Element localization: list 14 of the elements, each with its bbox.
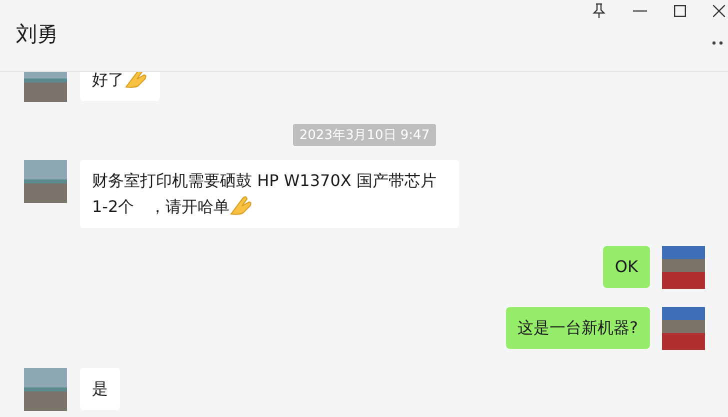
minimize-icon[interactable] (633, 10, 647, 12)
pin-icon[interactable] (592, 3, 606, 19)
message-bubble: 这是一台新机器? (506, 307, 650, 349)
chat-title: 刘勇 (16, 21, 58, 48)
maximize-icon[interactable] (674, 5, 686, 17)
close-icon[interactable] (713, 5, 725, 17)
folded-hands-icon (229, 194, 254, 216)
message-bubble: 财务室打印机需要硒鼓 HP W1370X 国产带芯片 1-2个 ，请开哈单 (80, 160, 459, 228)
message-bubble: 是 (80, 368, 120, 410)
folded-hands-icon (124, 72, 148, 89)
more-icon[interactable] (712, 41, 724, 45)
timestamp: 2023年3月10日 9:47 (293, 124, 436, 146)
message-bubble: 好了 (80, 72, 160, 101)
message-bubble: OK (602, 246, 650, 288)
